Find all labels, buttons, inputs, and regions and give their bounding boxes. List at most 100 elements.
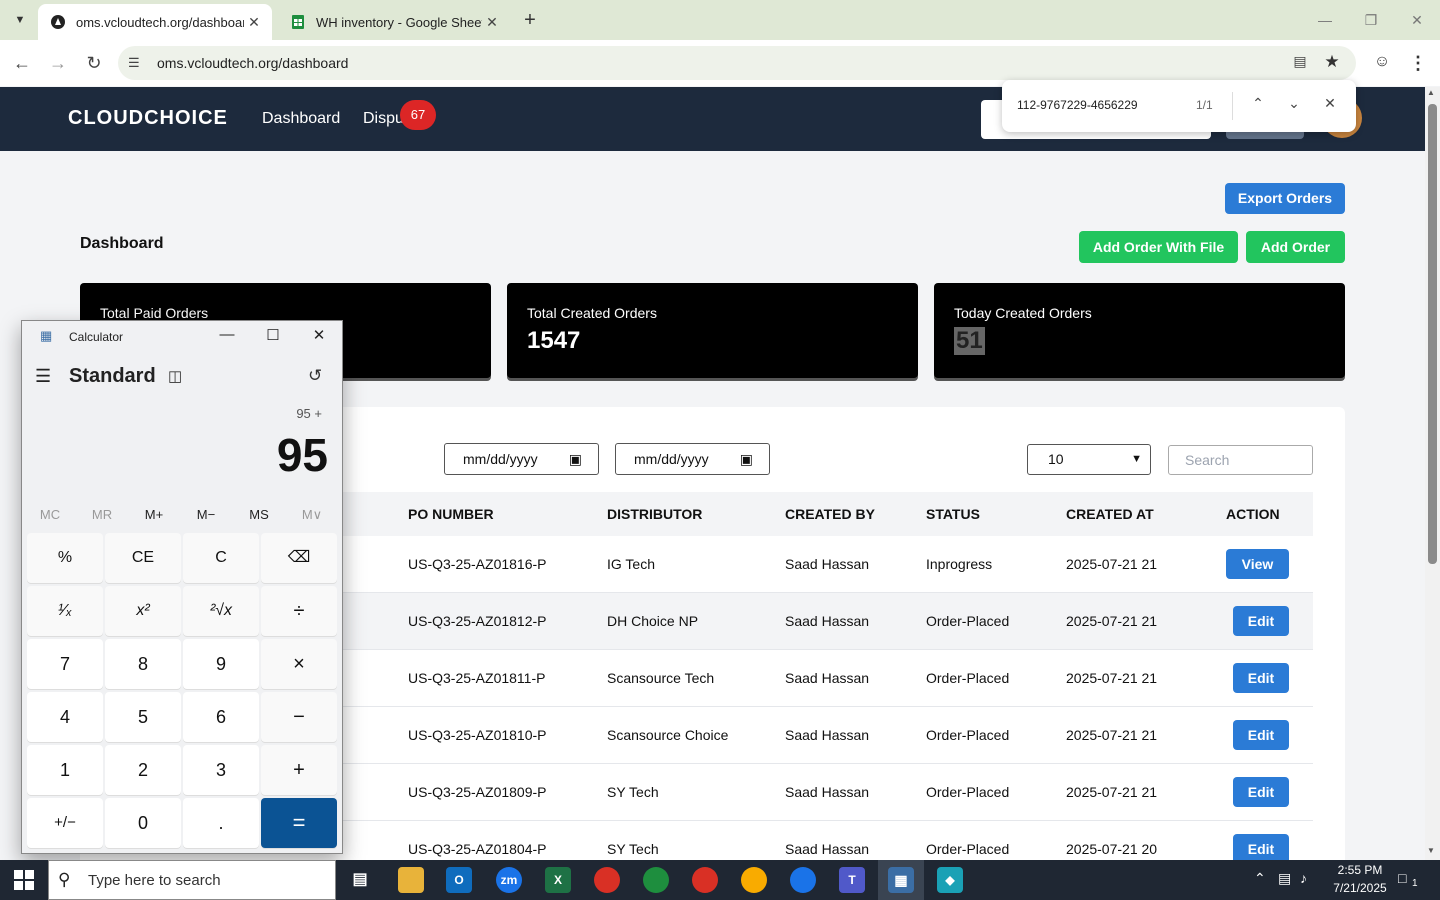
reciprocal-key[interactable]: ¹⁄ₓ [27, 586, 103, 636]
edit-button[interactable]: Edit [1233, 777, 1289, 807]
tab-wh-inventory[interactable]: WH inventory - Google Sheets ✕ [278, 4, 510, 40]
close-window-icon[interactable]: ✕ [1394, 0, 1440, 40]
nav-dashboard[interactable]: Dashboard [262, 110, 340, 128]
digit-4-key[interactable]: 4 [27, 692, 103, 742]
logo[interactable]: CLOUDCHOICE [68, 107, 228, 130]
clear-entry-key[interactable]: CE [105, 533, 181, 583]
view-button[interactable]: View [1226, 549, 1289, 579]
browser-menu-icon[interactable]: ⋮ [1408, 53, 1428, 73]
clock-time[interactable]: 2:55 PM [1320, 863, 1400, 877]
negate-key[interactable]: +/− [27, 798, 103, 848]
add-key[interactable]: + [261, 745, 337, 795]
date-to-input[interactable]: mm/dd/yyyy ▣ [615, 443, 770, 475]
lens-icon[interactable]: ▤ [1290, 53, 1310, 73]
scrollbar-thumb[interactable] [1428, 104, 1437, 564]
bookmark-star-icon[interactable]: ★ [1322, 52, 1342, 72]
forward-icon[interactable]: → [46, 51, 70, 75]
find-input[interactable]: 112-9767229-4656229 [1017, 98, 1138, 112]
digit-6-key[interactable]: 6 [183, 692, 259, 742]
digit-0-key[interactable]: 0 [105, 798, 181, 848]
decimal-key[interactable]: . [183, 798, 259, 848]
square-key[interactable]: x² [105, 586, 181, 636]
excel-icon[interactable]: X [545, 867, 571, 893]
digit-5-key[interactable]: 5 [105, 692, 181, 742]
nav-disputes[interactable]: Dispu [363, 110, 404, 128]
site-info-icon[interactable]: ☰ [128, 55, 144, 71]
taskbar-search-placeholder[interactable]: Type here to search [88, 872, 221, 889]
percent-key[interactable]: % [27, 533, 103, 583]
volume-muted-icon[interactable]: ♪ [1300, 870, 1307, 886]
chrome-icon[interactable] [643, 867, 669, 893]
square-root-key[interactable]: ²√x [183, 586, 259, 636]
chrome-icon[interactable] [741, 867, 767, 893]
find-close-icon[interactable]: ✕ [1318, 95, 1342, 117]
equals-key[interactable]: = [261, 798, 337, 848]
hamburger-menu-icon[interactable]: ☰ [35, 366, 51, 387]
memory-clear-button[interactable]: MC [30, 507, 70, 522]
outlook-icon[interactable]: O [446, 867, 472, 893]
url-text[interactable]: oms.vcloudtech.org/dashboard [157, 55, 348, 71]
calc-maximize-icon[interactable]: ☐ [261, 326, 285, 346]
memory-add-button[interactable]: M+ [134, 507, 174, 522]
file-explorer-icon[interactable] [398, 867, 424, 893]
export-orders-button[interactable]: Export Orders [1225, 183, 1345, 214]
column-header-distributor[interactable]: DISTRIBUTOR [607, 506, 702, 522]
scroll-down-icon[interactable]: ▼ [1427, 846, 1435, 855]
find-previous-icon[interactable]: ⌃ [1246, 95, 1270, 117]
add-order-button[interactable]: Add Order [1246, 231, 1345, 263]
chrome-icon[interactable] [692, 867, 718, 893]
digit-2-key[interactable]: 2 [105, 745, 181, 795]
memory-recall-button[interactable]: MR [82, 507, 122, 522]
minimize-icon[interactable]: — [1302, 0, 1348, 40]
calc-close-icon[interactable]: ✕ [307, 326, 331, 346]
edit-button[interactable]: Edit [1233, 720, 1289, 750]
date-from-input[interactable]: mm/dd/yyyy ▣ [444, 443, 599, 475]
calendar-icon[interactable]: ▣ [569, 444, 582, 474]
chrome-icon[interactable] [790, 867, 816, 893]
column-header-po-number[interactable]: PO NUMBER [408, 506, 494, 522]
table-search-input[interactable]: Search [1168, 445, 1313, 475]
tab-dashboard[interactable]: oms.vcloudtech.org/dashboard ✕ [38, 4, 272, 40]
column-header-created-by[interactable]: CREATED BY [785, 506, 875, 522]
zoom-icon[interactable]: zm [496, 867, 522, 893]
profile-icon[interactable]: ☺ [1372, 53, 1392, 73]
memory-list-button[interactable]: M∨ [292, 507, 332, 523]
memory-subtract-button[interactable]: M− [186, 507, 226, 522]
teams-icon[interactable]: T [839, 867, 865, 893]
task-view-icon[interactable]: ▤ [347, 867, 373, 893]
digit-7-key[interactable]: 7 [27, 639, 103, 689]
backspace-key[interactable]: ⌫ [261, 533, 337, 583]
tab-search-icon[interactable]: ▼ [8, 8, 32, 32]
edit-button[interactable]: Edit [1233, 663, 1289, 693]
multiply-key[interactable]: × [261, 639, 337, 689]
chrome-icon[interactable] [594, 867, 620, 893]
calendar-icon[interactable]: ▣ [740, 444, 753, 474]
digit-3-key[interactable]: 3 [183, 745, 259, 795]
divide-key[interactable]: ÷ [261, 586, 337, 636]
keep-on-top-icon[interactable]: ◫ [168, 367, 182, 385]
digit-9-key[interactable]: 9 [183, 639, 259, 689]
find-next-icon[interactable]: ⌄ [1282, 95, 1306, 117]
subtract-key[interactable]: − [261, 692, 337, 742]
restore-icon[interactable]: ❐ [1348, 0, 1394, 40]
reload-icon[interactable]: ↻ [82, 51, 106, 75]
digit-8-key[interactable]: 8 [105, 639, 181, 689]
new-tab-icon[interactable]: + [518, 8, 542, 32]
add-order-with-file-button[interactable]: Add Order With File [1079, 231, 1238, 263]
calc-minimize-icon[interactable]: — [215, 326, 239, 346]
scroll-up-icon[interactable]: ▲ [1427, 88, 1435, 97]
per-page-select[interactable]: 10 ▼ [1027, 444, 1151, 475]
network-icon[interactable]: ▤ [1278, 870, 1291, 887]
clear-key[interactable]: C [183, 533, 259, 583]
memory-store-button[interactable]: MS [239, 507, 279, 522]
edit-button[interactable]: Edit [1233, 606, 1289, 636]
column-header-status[interactable]: STATUS [926, 506, 980, 522]
app-icon[interactable]: ◆ [937, 867, 963, 893]
back-icon[interactable]: ← [10, 51, 34, 75]
digit-1-key[interactable]: 1 [27, 745, 103, 795]
edit-button[interactable]: Edit [1233, 834, 1289, 860]
column-header-created-at[interactable]: CREATED AT [1066, 506, 1154, 522]
show-hidden-icons-icon[interactable]: ⌃ [1254, 870, 1266, 887]
tab-close-icon[interactable]: ✕ [244, 14, 264, 31]
clock-date[interactable]: 7/21/2025 [1320, 881, 1400, 895]
